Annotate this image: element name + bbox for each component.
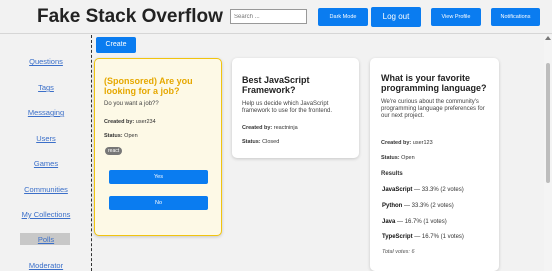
poll-card-sponsored: (Sponsored) Are you looking for a job? D… bbox=[94, 58, 222, 236]
status-value: Closed bbox=[262, 139, 280, 145]
poll-title: Best JavaScript Framework? bbox=[242, 75, 310, 95]
result-row: Python — 33.3% (2 votes) bbox=[382, 203, 454, 209]
status-value: Open bbox=[124, 133, 138, 139]
vote-yes-button[interactable]: Yes bbox=[109, 170, 208, 184]
vote-no-button[interactable]: No bbox=[109, 196, 208, 210]
search-input[interactable] bbox=[230, 9, 307, 24]
app-title: Fake Stack Overflow bbox=[37, 6, 223, 27]
poll-created-by: Created by: reactninja bbox=[242, 125, 298, 131]
logout-button[interactable]: Log out bbox=[371, 7, 421, 27]
result-value: — 33.3% (2 votes) bbox=[412, 187, 464, 193]
result-name: TypeScript bbox=[382, 234, 413, 240]
poll-description: Do you want a job?? bbox=[104, 101, 159, 107]
poll-description: We're curious about the community's prog… bbox=[381, 99, 485, 119]
results-heading: Results bbox=[381, 171, 403, 177]
result-value: — 33.3% (2 votes) bbox=[402, 203, 454, 209]
poll-card-js-framework: Best JavaScript Framework? Help us decid… bbox=[232, 58, 359, 158]
sidebar-item-my-collections[interactable]: My Collections bbox=[0, 210, 92, 219]
poll-status: Status: Open bbox=[104, 133, 138, 139]
sidebar-item-polls[interactable]: Polls bbox=[0, 235, 92, 244]
result-row: JavaScript — 33.3% (2 votes) bbox=[382, 187, 464, 193]
status-label: Status: bbox=[104, 133, 123, 139]
tag-badge[interactable]: react bbox=[105, 147, 123, 155]
poll-card-favorite-language: What is your favorite programming langua… bbox=[370, 58, 499, 271]
top-header: Fake Stack Overflow Dark Mode Log out Vi… bbox=[0, 0, 552, 34]
created-by-value: user234 bbox=[135, 119, 156, 125]
poll-status: Status: Open bbox=[381, 155, 415, 161]
sidebar-item-users[interactable]: Users bbox=[0, 134, 92, 143]
sidebar-item-games[interactable]: Games bbox=[0, 159, 92, 168]
sidebar-item-questions[interactable]: Questions bbox=[0, 57, 92, 66]
result-row: TypeScript — 16.7% (1 votes) bbox=[382, 234, 464, 240]
total-votes: Total votes: 6 bbox=[382, 249, 415, 255]
result-row: Java — 16.7% (1 votes) bbox=[382, 219, 447, 225]
sidebar: Questions Tags Messaging Users Games Com… bbox=[0, 35, 92, 271]
result-value: — 16.7% (1 votes) bbox=[412, 234, 464, 240]
scrollbar[interactable] bbox=[544, 35, 552, 271]
result-name: Java bbox=[382, 219, 396, 225]
notifications-button[interactable]: Notifications bbox=[491, 8, 540, 26]
status-value: Open bbox=[401, 155, 415, 161]
result-name: JavaScript bbox=[382, 187, 413, 193]
created-by-label: Created by: bbox=[104, 119, 135, 125]
poll-created-by: Created by: user123 bbox=[381, 140, 433, 146]
poll-description: Help us decide which JavaScript framewor… bbox=[242, 101, 333, 114]
poll-title: What is your favorite programming langua… bbox=[381, 73, 487, 93]
poll-created-by: Created by: user234 bbox=[104, 119, 156, 125]
created-by-label: Created by: bbox=[242, 125, 273, 131]
result-value: — 16.7% (1 votes) bbox=[395, 219, 447, 225]
sidebar-item-tags[interactable]: Tags bbox=[0, 83, 92, 92]
result-name: Python bbox=[382, 203, 403, 209]
status-label: Status: bbox=[381, 155, 400, 161]
scroll-up-arrow-icon[interactable] bbox=[545, 36, 551, 40]
sidebar-item-moderator[interactable]: Moderator bbox=[0, 261, 92, 270]
scrollbar-thumb[interactable] bbox=[546, 63, 550, 183]
dark-mode-button[interactable]: Dark Mode bbox=[318, 8, 368, 26]
sidebar-item-messaging[interactable]: Messaging bbox=[0, 108, 92, 117]
poll-status: Status: Closed bbox=[242, 139, 279, 145]
create-poll-button[interactable]: Create bbox=[96, 37, 136, 53]
poll-title: (Sponsored) Are you looking for a job? bbox=[104, 76, 193, 96]
created-by-value: user123 bbox=[412, 140, 433, 146]
status-label: Status: bbox=[242, 139, 261, 145]
view-profile-button[interactable]: View Profile bbox=[431, 8, 481, 26]
created-by-value: reactninja bbox=[273, 125, 298, 131]
created-by-label: Created by: bbox=[381, 140, 412, 146]
sidebar-item-communities[interactable]: Communities bbox=[0, 185, 92, 194]
